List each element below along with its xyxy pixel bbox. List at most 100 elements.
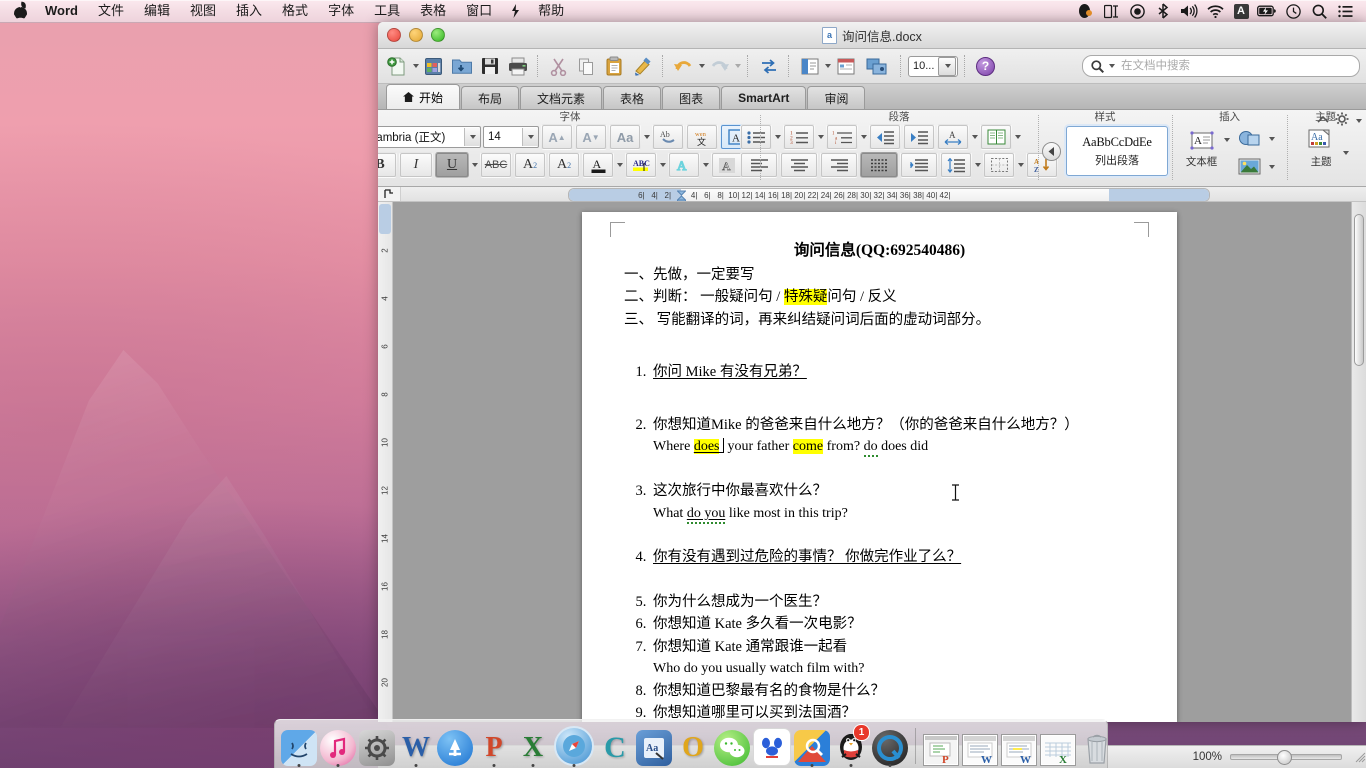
numbered-list-dropdown[interactable] xyxy=(818,135,824,139)
cut-button[interactable] xyxy=(545,52,572,80)
theme-button[interactable]: Aa xyxy=(1302,126,1340,156)
tab-review[interactable]: 审阅 xyxy=(807,86,866,109)
increase-indent-button[interactable] xyxy=(903,124,935,150)
bulleted-list-button[interactable] xyxy=(740,124,772,150)
media-browser-button[interactable] xyxy=(860,52,894,80)
question-item-3[interactable]: 这次旅行中你最喜欢什么？ What do you like most in th… xyxy=(650,480,1135,524)
menu-app-name[interactable]: Word xyxy=(35,0,88,22)
redo-dropdown[interactable] xyxy=(735,64,741,68)
question-item-4[interactable]: 你有没有遇到过危险的事情？ 你做完作业了么？ xyxy=(650,546,1135,568)
dock-item-system-preferences[interactable] xyxy=(359,726,395,766)
new-from-template-button[interactable] xyxy=(420,52,447,80)
sidebar-view-dropdown[interactable] xyxy=(825,64,831,68)
menu-file[interactable]: 文件 xyxy=(88,0,134,22)
highlight-button[interactable]: ABC xyxy=(625,152,657,178)
qq-penguin-icon[interactable] xyxy=(1072,0,1098,22)
tab-charts[interactable]: 图表 xyxy=(662,86,721,109)
dock-item-excel[interactable]: X xyxy=(515,726,551,767)
dock-minimized-word-2[interactable]: W xyxy=(1001,726,1037,766)
dock-minimized-powerpoint[interactable]: P xyxy=(923,726,959,766)
dock-item-dictionary[interactable]: Aa xyxy=(636,726,672,766)
dock-minimized-word-1[interactable]: W xyxy=(962,726,998,766)
line-spacing-dropdown[interactable] xyxy=(975,163,981,167)
strikethrough-button[interactable]: ABC xyxy=(480,152,512,178)
screen-record-icon[interactable] xyxy=(1124,0,1150,22)
open-folder-button[interactable] xyxy=(448,52,475,80)
decrease-indent-button[interactable] xyxy=(869,124,901,150)
menu-window[interactable]: 窗口 xyxy=(456,0,502,22)
shapes-dropdown[interactable] xyxy=(1268,137,1275,141)
align-left-button[interactable] xyxy=(740,152,778,178)
align-right-button[interactable] xyxy=(820,152,858,178)
tab-stop-selector[interactable] xyxy=(378,187,401,201)
undo-button[interactable] xyxy=(670,52,697,80)
distributed-align-button[interactable] xyxy=(900,152,938,178)
help-button[interactable]: ? xyxy=(972,52,999,80)
dock-item-qq[interactable]: 1 xyxy=(833,724,870,767)
menu-insert[interactable]: 插入 xyxy=(226,0,272,22)
indent-markers[interactable] xyxy=(676,189,687,201)
horizontal-ruler[interactable]: 6| 4| 2| 4| 6| 8| 10| 12| 14| 16| 18| 20| 22| 24| 26| 2… xyxy=(378,187,1366,202)
columns-dropdown[interactable] xyxy=(1015,135,1021,139)
wifi-icon[interactable] xyxy=(1202,0,1228,22)
multilevel-list-button[interactable]: 1ai xyxy=(826,124,858,150)
menu-view[interactable]: 视图 xyxy=(180,0,226,22)
dock-item-finder[interactable] xyxy=(281,726,317,767)
text-effects-button[interactable]: A xyxy=(668,152,700,178)
underline-button[interactable]: U xyxy=(435,152,469,178)
dock-item-quicktime[interactable] xyxy=(872,726,908,767)
textbox-dropdown[interactable] xyxy=(1223,138,1230,142)
dock-item-wechat[interactable] xyxy=(714,726,750,766)
tab-smartart[interactable]: SmartArt xyxy=(721,86,807,109)
question-item-7[interactable]: 你想知道 Kate 通常跟谁一起看 Who do you usually wat… xyxy=(650,636,1135,680)
zoom-slider[interactable] xyxy=(1230,750,1342,765)
document-search-box[interactable] xyxy=(1082,55,1360,77)
dock-item-cleanmymac[interactable]: C xyxy=(597,726,633,766)
grow-font-button[interactable]: A ▲ xyxy=(541,124,573,150)
ribbon-options-dropdown[interactable] xyxy=(1356,118,1362,123)
new-document-dropdown[interactable] xyxy=(413,64,419,68)
menu-edit[interactable]: 编辑 xyxy=(134,0,180,22)
vertical-ruler[interactable]: 246810121416182022 xyxy=(378,202,393,722)
font-name-dropdown[interactable] xyxy=(464,128,480,146)
dock-item-file-search[interactable] xyxy=(794,726,830,767)
notification-center-icon[interactable] xyxy=(1332,0,1358,22)
dock-item-baidu-netdisk[interactable] xyxy=(753,726,791,766)
tab-layout[interactable]: 布局 xyxy=(461,86,520,109)
clear-formatting-button[interactable]: Ab xyxy=(652,124,684,150)
dock-item-word[interactable]: W xyxy=(398,726,434,767)
theme-dropdown[interactable] xyxy=(1343,151,1350,155)
question-item-1[interactable]: 你问 Mike 有没有兄弟？ xyxy=(650,361,1135,383)
input-method-icon[interactable] xyxy=(1098,0,1124,22)
dock-item-safari[interactable] xyxy=(554,726,594,767)
change-case-button[interactable]: Aa xyxy=(609,124,641,150)
zoom-slider-knob[interactable] xyxy=(1277,750,1292,765)
minimize-button[interactable] xyxy=(409,28,423,42)
text-shading-button[interactable]: A xyxy=(711,152,743,178)
window-title-bar[interactable]: a 询问信息.docx xyxy=(378,22,1366,49)
zoom-level-dropdown[interactable] xyxy=(938,56,956,76)
bluetooth-icon[interactable] xyxy=(1150,0,1176,22)
battery-charging-icon[interactable] xyxy=(1254,0,1280,22)
volume-icon[interactable] xyxy=(1176,0,1202,22)
font-name-combo[interactable]: Cambria (正文) xyxy=(378,126,481,148)
superscript-button[interactable]: A2 xyxy=(514,152,546,178)
notebook-view-button[interactable] xyxy=(832,52,859,80)
ribbon-options-gear-icon[interactable] xyxy=(1335,112,1349,129)
dock-item-trash[interactable] xyxy=(1079,726,1115,766)
italic-button[interactable]: I xyxy=(399,152,433,178)
dock-item-itunes[interactable] xyxy=(320,726,356,767)
question-item-5[interactable]: 你为什么想成为一个医生？ xyxy=(650,591,1135,613)
print-button[interactable] xyxy=(504,52,531,80)
question-item-6[interactable]: 你想知道 Kate 多久看一次电影？ xyxy=(650,613,1135,635)
textbox-button[interactable]: A xyxy=(1185,126,1219,156)
document-vertical-scrollbar[interactable] xyxy=(1351,202,1366,722)
menu-table[interactable]: 表格 xyxy=(410,0,456,22)
columns-button[interactable] xyxy=(980,124,1012,150)
save-button[interactable] xyxy=(476,52,503,80)
font-size-dropdown[interactable] xyxy=(522,128,538,146)
bulleted-list-dropdown[interactable] xyxy=(775,135,781,139)
align-justify-button[interactable] xyxy=(860,152,898,178)
change-case-dropdown[interactable] xyxy=(644,135,650,139)
dock-item-app-store[interactable] xyxy=(437,726,473,766)
